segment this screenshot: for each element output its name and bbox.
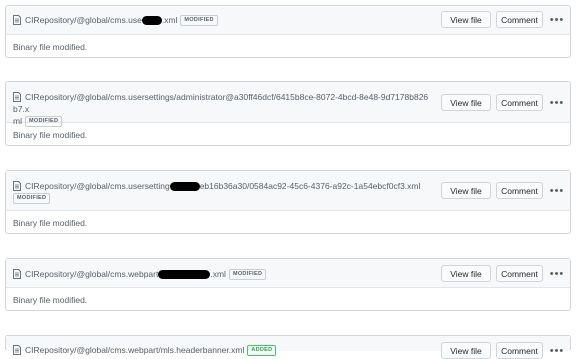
- comment-button[interactable]: Comment: [496, 94, 543, 111]
- redaction-mark: [158, 270, 211, 280]
- redaction-mark: [141, 16, 162, 26]
- file-icon: [13, 345, 21, 355]
- file-path-text: CIRepository/@global/cms.webpart/mls.hea…: [25, 345, 245, 355]
- more-options-icon[interactable]: •••: [549, 185, 565, 197]
- status-badge: ADDED: [247, 345, 277, 357]
- status-badge: MODIFIED: [13, 193, 51, 205]
- status-badge: MODIFIED: [24, 116, 63, 128]
- view-file-button[interactable]: View file: [441, 94, 491, 111]
- file-header: CIRepository/@global/cms.webpart .xml MODI…: [6, 259, 570, 288]
- file-diff-card: CIRepository/@global/cms.webpart/mls.hea…: [5, 335, 571, 359]
- view-file-button[interactable]: View file: [441, 265, 491, 282]
- file-diff-card: CIRepository/@global/cms.webpart .xml MODI…: [5, 258, 571, 311]
- view-file-button[interactable]: View file: [441, 182, 491, 199]
- comment-button[interactable]: Comment: [496, 265, 543, 282]
- view-file-button[interactable]: View file: [441, 342, 491, 359]
- diff-body: Binary file modified.: [13, 294, 88, 305]
- redaction-mark: [169, 182, 200, 192]
- file-path-end: eb16b36a30/0584ac92-45c6-4376-a92c-1a54e…: [199, 181, 421, 191]
- comment-button[interactable]: Comment: [496, 182, 543, 199]
- file-path-line1: CIRepository/@global/cms.usersettings/ad…: [13, 92, 429, 114]
- view-file-button[interactable]: View file: [441, 11, 491, 28]
- file-path-start: CIRepository/@global/cms.use: [25, 15, 142, 25]
- file-icon: [13, 269, 21, 279]
- more-options-icon[interactable]: •••: [549, 14, 565, 26]
- file-path[interactable]: CIRepository/@global/cms.use .xml MODIFIED: [25, 15, 218, 27]
- file-diff-card: CIRepository/@global/cms.usersettings/ad…: [5, 81, 571, 146]
- diff-body: Binary file modified.: [13, 41, 88, 52]
- file-path-end: .xml: [210, 269, 226, 279]
- comment-button[interactable]: Comment: [496, 11, 543, 28]
- more-options-icon[interactable]: •••: [549, 345, 565, 357]
- more-options-icon[interactable]: •••: [549, 97, 565, 109]
- file-path-start: CIRepository/@global/cms.webpart: [25, 269, 159, 279]
- file-path[interactable]: CIRepository/@global/cms.webpart/mls.hea…: [25, 345, 277, 357]
- status-badge: MODIFIED: [180, 15, 218, 27]
- file-path-line2: ml: [13, 116, 22, 126]
- file-header: CIRepository/@global/cms.usersetting eb16…: [6, 171, 570, 211]
- status-badge: MODIFIED: [228, 269, 267, 281]
- file-path-end: .xml: [161, 15, 178, 25]
- file-diff-card: CIRepository/@global/cms.usersetting eb16…: [5, 170, 571, 234]
- file-path[interactable]: CIRepository/@global/cms.webpart .xml MODI…: [25, 269, 267, 281]
- file-header: CIRepository/@global/cms.use .xml MODIFIED…: [6, 6, 570, 35]
- file-path-start: CIRepository/@global/cms.usersetting: [25, 181, 170, 191]
- file-path[interactable]: CIRepository/@global/cms.usersetting eb16…: [13, 180, 430, 205]
- more-options-icon[interactable]: •••: [549, 268, 565, 280]
- comment-button[interactable]: Comment: [496, 342, 543, 359]
- file-icon: [13, 15, 21, 25]
- file-header: CIRepository/@global/cms.usersettings/ad…: [6, 82, 570, 128]
- file-path[interactable]: CIRepository/@global/cms.usersettings/ad…: [13, 91, 430, 128]
- file-header: CIRepository/@global/cms.webpart/mls.hea…: [6, 336, 570, 359]
- diff-body: Binary file modified.: [13, 217, 88, 228]
- file-diff-card: CIRepository/@global/cms.use .xml MODIFIED…: [5, 5, 571, 58]
